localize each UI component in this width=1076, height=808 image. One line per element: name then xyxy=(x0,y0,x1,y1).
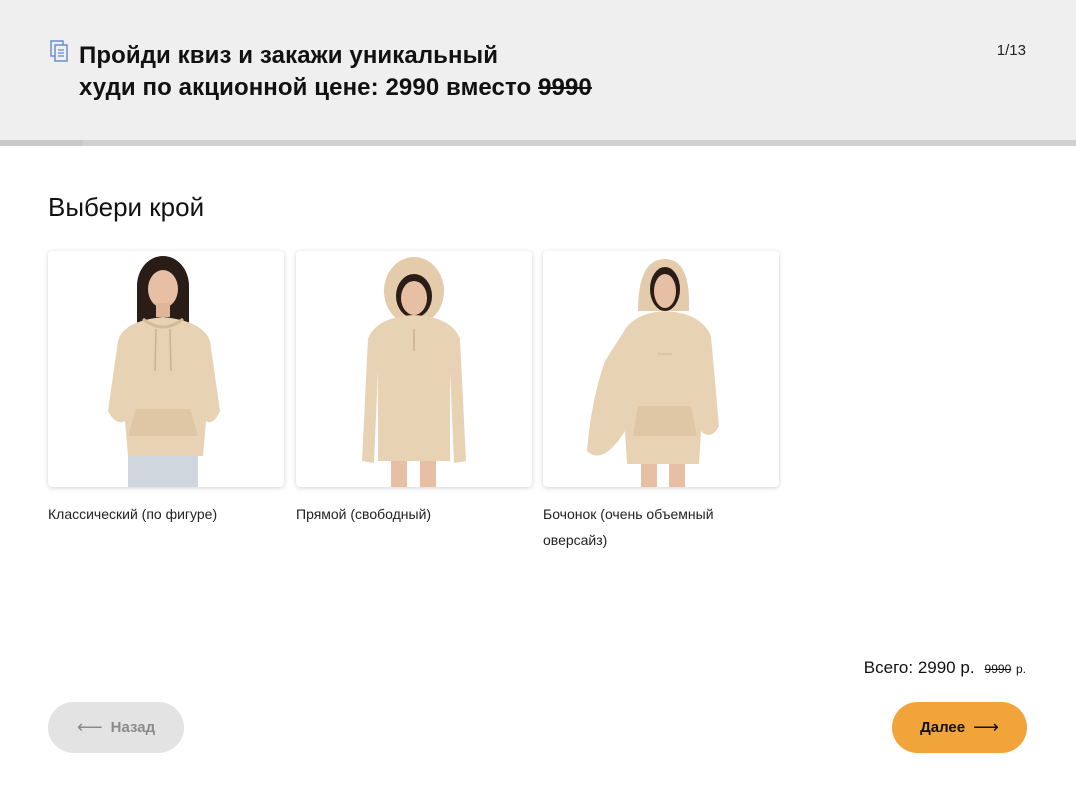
hoodie-classic-image xyxy=(108,256,220,487)
title-old-price: 9990 xyxy=(538,74,592,101)
next-button[interactable]: Далее ⟶ xyxy=(892,702,1027,753)
options-grid: Классический (по фигуре) Прямой (свободн… xyxy=(48,251,788,571)
option-card[interactable] xyxy=(296,251,532,487)
question-title: Выбери крой xyxy=(48,192,205,222)
option-card[interactable] xyxy=(48,251,284,487)
progress-bar xyxy=(0,140,1076,146)
total-old-price: 9990 xyxy=(984,662,1012,676)
hoodie-straight-image xyxy=(362,257,466,487)
total-price: Всего: 2990 р. 9990 р. xyxy=(864,658,1026,678)
option-barrel[interactable]: ~~~~ Бочонок (очень объемный оверсайз) xyxy=(543,251,779,553)
next-button-label: Далее xyxy=(920,719,966,736)
svg-text:~~~~: ~~~~ xyxy=(658,352,673,358)
arrow-left-icon: ⟵ xyxy=(76,717,103,737)
total-old-currency: р. xyxy=(1015,662,1026,676)
step-counter: 1/13 xyxy=(996,42,1026,59)
quiz-header: Пройди квиз и закажи уникальный худи по … xyxy=(0,0,1076,140)
total-label: Всего: 2990 р. xyxy=(863,658,975,677)
back-button-label: Назад xyxy=(110,719,156,736)
option-label: Классический (по фигуре) xyxy=(48,506,218,522)
hoodie-barrel-image: ~~~~ xyxy=(587,259,719,487)
arrow-right-icon: ⟶ xyxy=(973,717,999,737)
document-icon xyxy=(50,40,68,62)
option-label: Бочонок (очень объемный оверсайз) xyxy=(543,506,714,548)
option-straight[interactable]: Прямой (свободный) xyxy=(296,251,532,527)
option-card[interactable]: ~~~~ xyxy=(543,251,779,487)
option-classic[interactable]: Классический (по фигуре) xyxy=(48,251,284,527)
title-line-2: худи по акционной цене: 2990 вместо xyxy=(79,74,539,101)
title-line-1: Пройди квиз и закажи уникальный xyxy=(79,42,499,69)
page-title: Пройди квиз и закажи уникальный худи по … xyxy=(79,40,679,104)
back-button[interactable]: ⟵ Назад xyxy=(48,702,184,753)
option-label: Прямой (свободный) xyxy=(296,506,432,522)
